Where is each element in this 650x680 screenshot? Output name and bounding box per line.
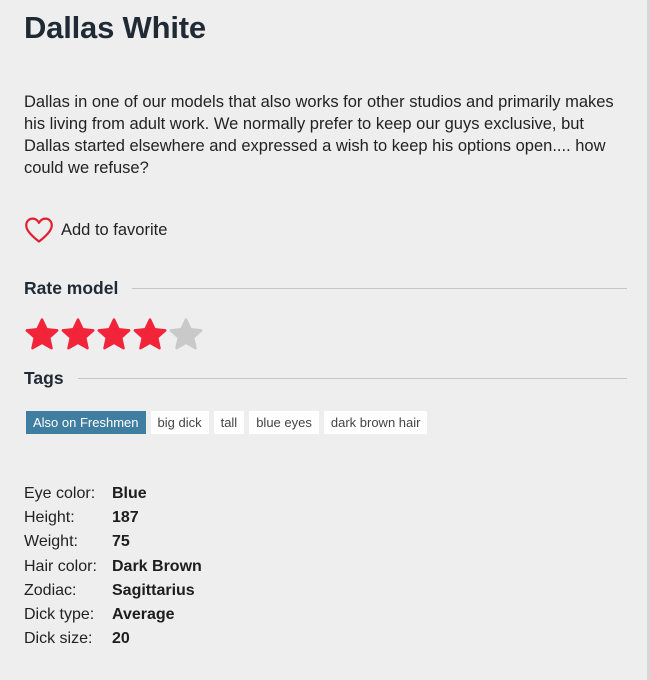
detail-label: Hair color: — [24, 557, 97, 575]
rate-model-header: Rate model — [24, 278, 627, 299]
model-name: Dallas White — [24, 10, 206, 45]
detail-value: Dark Brown — [112, 557, 202, 575]
add-to-favorite-button[interactable]: Add to favorite — [24, 216, 167, 244]
detail-value: 187 — [112, 509, 139, 527]
model-details: Eye color: Blue Height: 187 Weight: 75 H… — [24, 482, 627, 651]
detail-value: Average — [112, 605, 175, 623]
tag-blue-eyes[interactable]: blue eyes — [249, 411, 319, 434]
detail-label: Weight: — [24, 533, 78, 551]
tags-header: Tags — [24, 368, 627, 389]
detail-label: Height: — [24, 509, 75, 527]
detail-row: Hair color: Dark Brown — [24, 555, 627, 579]
star-filled-icon[interactable] — [132, 317, 168, 353]
detail-label: Eye color: — [24, 485, 96, 502]
detail-row: Dick type: Average — [24, 603, 627, 627]
detail-row: Dick size: 20 — [24, 627, 627, 651]
detail-row: Zodiac: Sagittarius — [24, 579, 627, 603]
tags-title: Tags — [24, 368, 64, 388]
star-filled-icon[interactable] — [60, 317, 96, 353]
add-to-favorite-label: Add to favorite — [61, 220, 168, 239]
star-empty-icon[interactable] — [168, 317, 204, 353]
tag-big-dick[interactable]: big dick — [150, 411, 209, 434]
detail-value: 75 — [112, 533, 130, 551]
detail-label: Zodiac: — [24, 581, 77, 599]
star-filled-icon[interactable] — [24, 317, 60, 353]
detail-row: Weight: 75 — [24, 530, 627, 554]
star-rating — [24, 317, 627, 353]
tag-also-on-freshmen[interactable]: Also on Freshmen — [26, 411, 146, 434]
tag-dark-brown-hair[interactable]: dark brown hair — [323, 411, 428, 434]
tag-tall[interactable]: tall — [213, 411, 245, 434]
detail-label: Dick size: — [24, 630, 93, 648]
detail-row: Eye color: Blue — [24, 482, 627, 506]
detail-value: Blue — [112, 485, 147, 502]
model-profile: Dallas White Dallas in one of our models… — [24, 0, 627, 651]
divider — [77, 378, 627, 379]
detail-label: Dick type: — [24, 605, 95, 623]
detail-row: Height: 187 — [24, 506, 627, 530]
detail-value: Sagittarius — [112, 581, 195, 599]
detail-value: 20 — [112, 630, 130, 648]
star-filled-icon[interactable] — [96, 317, 132, 353]
divider — [132, 288, 627, 289]
heart-outline-icon — [24, 216, 54, 244]
model-bio: Dallas in one of our models that also wo… — [24, 93, 614, 177]
tag-list: Also on Freshmen big dick tall blue eyes… — [24, 411, 627, 434]
rate-model-title: Rate model — [24, 278, 119, 298]
